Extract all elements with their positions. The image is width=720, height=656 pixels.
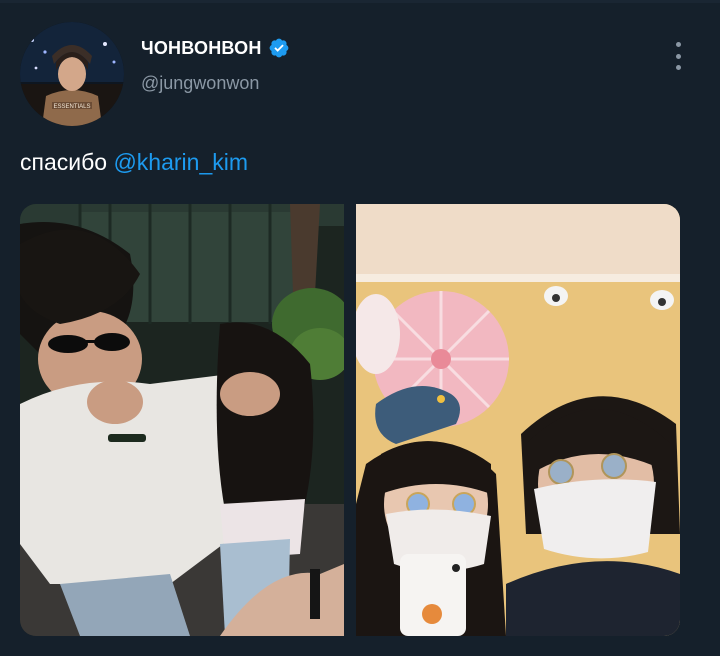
user-name-row: ЧОНВОНВОН — [141, 37, 290, 59]
user-handle[interactable]: @jungwonwon — [141, 73, 259, 94]
more-vertical-icon — [675, 42, 681, 47]
photo-1[interactable] — [20, 204, 344, 636]
photo-2[interactable] — [356, 204, 680, 636]
avatar[interactable]: ESSENTIALS — [20, 22, 124, 126]
more-options-button[interactable] — [668, 40, 688, 72]
tweet-body-text: спасибо — [20, 149, 114, 175]
tweet-text: спасибо @kharin_kim — [20, 149, 248, 176]
mention-link[interactable]: @kharin_kim — [113, 149, 248, 175]
verified-badge-icon — [268, 37, 290, 59]
more-vertical-icon-dot — [675, 53, 681, 59]
more-vertical-icon-dot — [675, 65, 681, 70]
display-name[interactable]: ЧОНВОНВОН — [141, 38, 262, 59]
top-divider — [0, 0, 720, 3]
avatar-shirt-text: ESSENTIALS — [53, 104, 90, 110]
media-grid — [20, 204, 680, 636]
